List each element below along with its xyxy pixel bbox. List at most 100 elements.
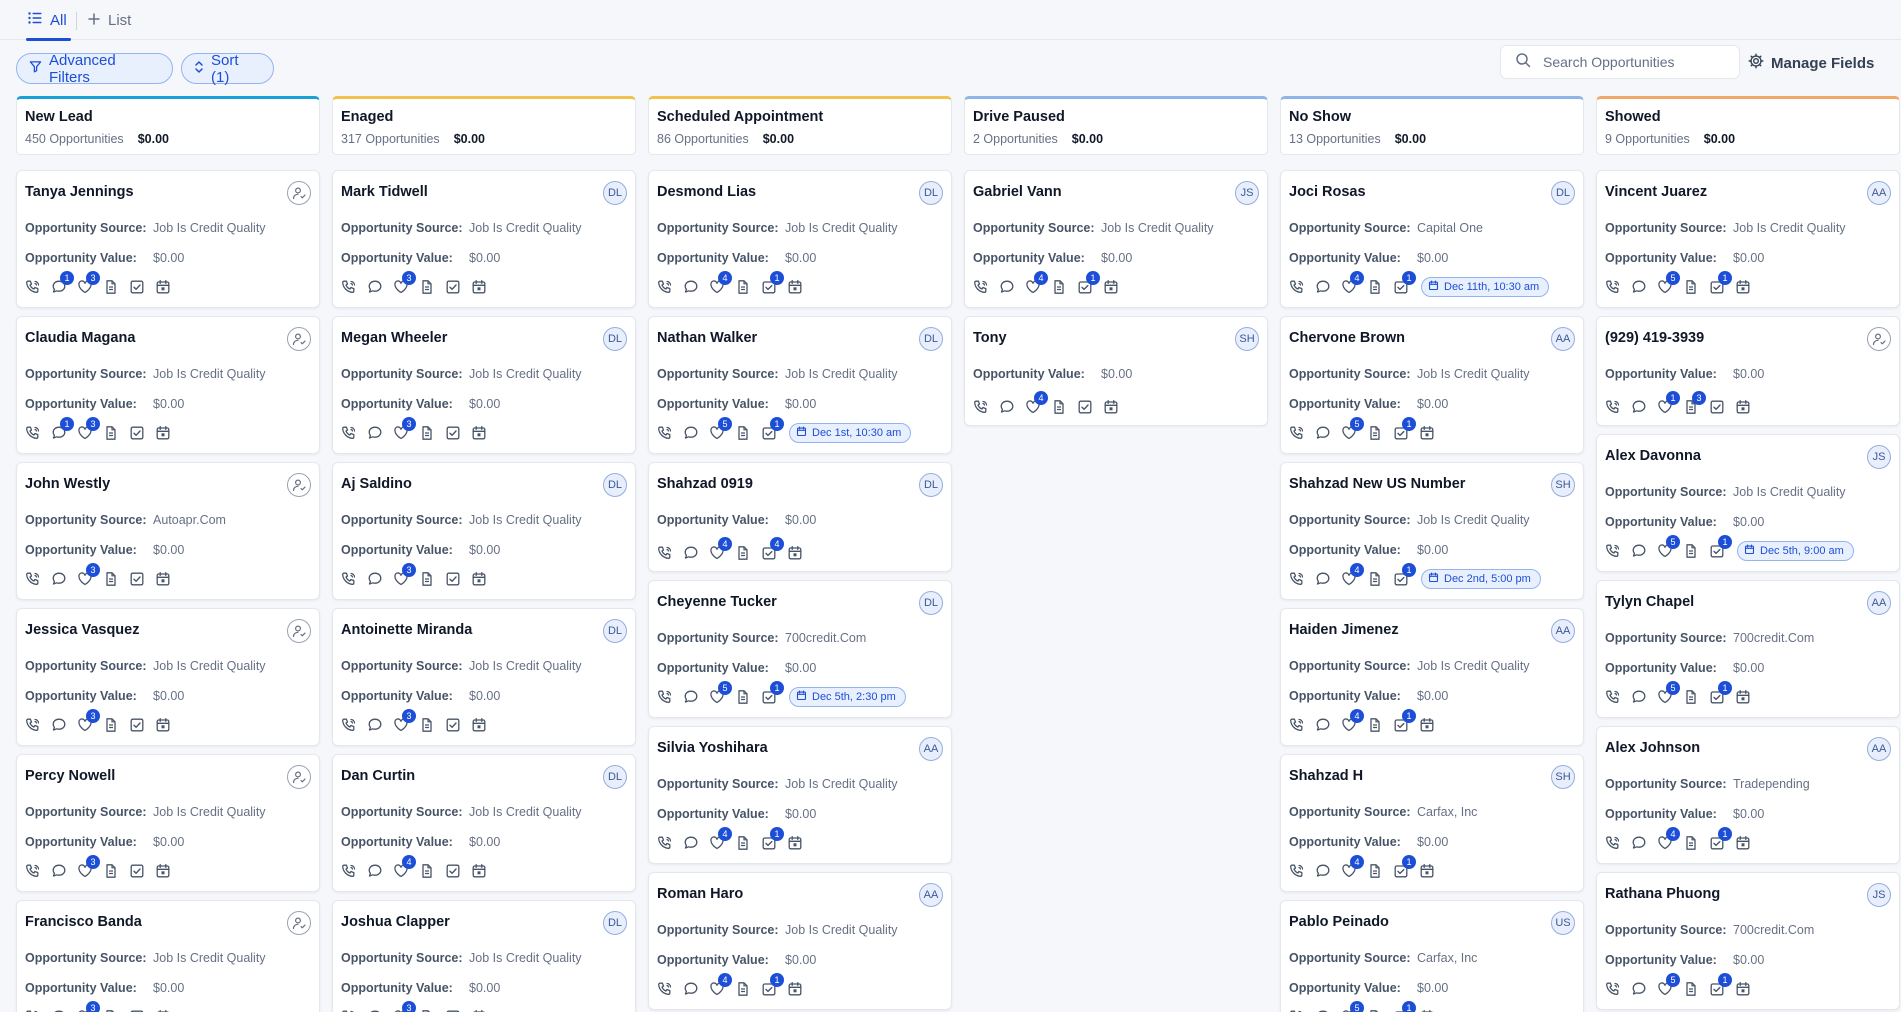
- heart-icon[interactable]: 5: [1657, 271, 1680, 295]
- opportunity-card[interactable]: Alex Davonna JS Opportunity Source: Job Is …: [1596, 434, 1900, 572]
- contact-name[interactable]: Desmond Lias: [657, 184, 756, 200]
- checkbox-icon[interactable]: [129, 863, 145, 879]
- assignee-avatar[interactable]: AA: [1867, 737, 1891, 761]
- unassigned-user-icon[interactable]: [287, 181, 311, 205]
- document-icon[interactable]: [1683, 279, 1699, 295]
- contact-name[interactable]: Mark Tidwell: [341, 184, 428, 200]
- contact-name[interactable]: Gabriel Vann: [973, 184, 1062, 200]
- chat-icon[interactable]: [367, 863, 383, 879]
- assignee-avatar[interactable]: DL: [603, 327, 627, 351]
- contact-name[interactable]: Jessica Vasquez: [25, 622, 139, 638]
- document-icon[interactable]: [1683, 543, 1699, 559]
- calendar-icon[interactable]: [471, 717, 487, 733]
- calendar-icon[interactable]: [1419, 717, 1435, 733]
- checkbox-icon[interactable]: [445, 571, 461, 587]
- phone-icon[interactable]: [657, 689, 673, 705]
- contact-name[interactable]: Nathan Walker: [657, 330, 757, 346]
- appointment-badge[interactable]: Dec 5th, 2:30 pm: [789, 687, 906, 707]
- calendar-icon[interactable]: [787, 835, 803, 851]
- document-icon[interactable]: [1683, 835, 1699, 851]
- chat-icon[interactable]: [1631, 543, 1647, 559]
- task-icon[interactable]: 1: [1393, 271, 1416, 295]
- heart-icon[interactable]: 3: [77, 709, 100, 733]
- chat-icon[interactable]: [683, 981, 699, 997]
- phone-icon[interactable]: [1289, 571, 1305, 587]
- document-icon[interactable]: [735, 279, 751, 295]
- heart-icon[interactable]: 4: [393, 855, 416, 879]
- checkbox-icon[interactable]: [445, 863, 461, 879]
- opportunity-card[interactable]: Antoinette Miranda DL Opportunity Source: J…: [332, 608, 636, 746]
- contact-name[interactable]: Alex Johnson: [1605, 740, 1700, 756]
- assignee-avatar[interactable]: JS: [1235, 181, 1259, 205]
- phone-icon[interactable]: [1289, 717, 1305, 733]
- contact-name[interactable]: Haiden Jimenez: [1289, 622, 1399, 638]
- document-icon[interactable]: [103, 425, 119, 441]
- chat-icon[interactable]: [1315, 425, 1331, 441]
- calendar-icon[interactable]: [1735, 981, 1751, 997]
- opportunity-card[interactable]: Gabriel Vann JS Opportunity Source: Job Is …: [964, 170, 1268, 308]
- chat-icon[interactable]: [367, 571, 383, 587]
- contact-name[interactable]: Rathana Phuong: [1605, 886, 1720, 902]
- tab-add-list[interactable]: List: [88, 0, 131, 40]
- opportunity-card[interactable]: Shahzad New US Number SH Opportunity Sourc…: [1280, 462, 1584, 600]
- phone-icon[interactable]: [657, 835, 673, 851]
- heart-icon[interactable]: 4: [709, 827, 732, 851]
- heart-icon[interactable]: 3: [393, 563, 416, 587]
- opportunity-card[interactable]: Percy Nowell Opportunity Source: Job Is Cr…: [16, 754, 320, 892]
- heart-icon[interactable]: 3: [393, 271, 416, 295]
- assignee-avatar[interactable]: AA: [1867, 181, 1891, 205]
- assignee-avatar[interactable]: DL: [603, 619, 627, 643]
- opportunity-card[interactable]: Megan Wheeler DL Opportunity Source: Job Is…: [332, 316, 636, 454]
- contact-name[interactable]: Megan Wheeler: [341, 330, 447, 346]
- opportunity-card[interactable]: Roman Haro AA Opportunity Source: Job Is Cr…: [648, 872, 952, 1010]
- contact-name[interactable]: John Westly: [25, 476, 110, 492]
- opportunity-card[interactable]: Joci Rosas DL Opportunity Source: Capital O…: [1280, 170, 1584, 308]
- document-icon[interactable]: [103, 717, 119, 733]
- contact-name[interactable]: (929) 419-3939: [1605, 330, 1704, 346]
- contact-name[interactable]: Tony: [973, 330, 1007, 346]
- opportunity-card[interactable]: Shahzad 0919 DL Opportunity Value: $0.00 4 4: [648, 462, 952, 572]
- document-icon[interactable]: [1683, 981, 1699, 997]
- contact-name[interactable]: Francisco Banda: [25, 914, 142, 930]
- checkbox-icon[interactable]: [129, 279, 145, 295]
- checkbox-icon[interactable]: [129, 717, 145, 733]
- calendar-icon[interactable]: [1103, 279, 1119, 295]
- assignee-avatar[interactable]: SH: [1551, 765, 1575, 789]
- phone-icon[interactable]: [973, 399, 989, 415]
- task-icon[interactable]: 1: [761, 681, 784, 705]
- calendar-icon[interactable]: [787, 981, 803, 997]
- assignee-avatar[interactable]: DL: [919, 181, 943, 205]
- search-input[interactable]: [1543, 54, 1723, 70]
- chat-icon[interactable]: [367, 717, 383, 733]
- task-icon[interactable]: 1: [1393, 855, 1416, 879]
- calendar-icon[interactable]: [471, 571, 487, 587]
- opportunity-card[interactable]: Dan Curtin DL Opportunity Source: Job Is Cr…: [332, 754, 636, 892]
- checkbox-icon[interactable]: [1077, 399, 1093, 415]
- task-icon[interactable]: 1: [761, 827, 784, 851]
- phone-icon[interactable]: [1605, 399, 1621, 415]
- assignee-avatar[interactable]: JS: [1867, 883, 1891, 907]
- assignee-avatar[interactable]: US: [1551, 911, 1575, 935]
- appointment-badge[interactable]: Dec 11th, 10:30 am: [1421, 277, 1550, 297]
- phone-icon[interactable]: [657, 981, 673, 997]
- opportunity-card[interactable]: Tanya Jennings Opportunity Source: Job Is …: [16, 170, 320, 308]
- heart-icon[interactable]: 5: [709, 681, 732, 705]
- phone-icon[interactable]: [657, 545, 673, 561]
- document-icon[interactable]: 3: [1683, 391, 1706, 415]
- calendar-icon[interactable]: [155, 571, 171, 587]
- task-icon[interactable]: 1: [1393, 709, 1416, 733]
- heart-icon[interactable]: 3: [77, 417, 100, 441]
- opportunity-card[interactable]: Shahzad H SH Opportunity Source: Carfax, In…: [1280, 754, 1584, 892]
- phone-icon[interactable]: [1605, 981, 1621, 997]
- chat-icon[interactable]: [683, 835, 699, 851]
- contact-name[interactable]: Vincent Juarez: [1605, 184, 1707, 200]
- phone-icon[interactable]: [341, 425, 357, 441]
- document-icon[interactable]: [735, 835, 751, 851]
- chat-icon[interactable]: [1315, 279, 1331, 295]
- task-icon[interactable]: 1: [1709, 271, 1732, 295]
- assignee-avatar[interactable]: DL: [603, 765, 627, 789]
- heart-icon[interactable]: 4: [1657, 827, 1680, 851]
- task-icon[interactable]: 1: [1393, 563, 1416, 587]
- chat-icon[interactable]: [1631, 689, 1647, 705]
- document-icon[interactable]: [419, 863, 435, 879]
